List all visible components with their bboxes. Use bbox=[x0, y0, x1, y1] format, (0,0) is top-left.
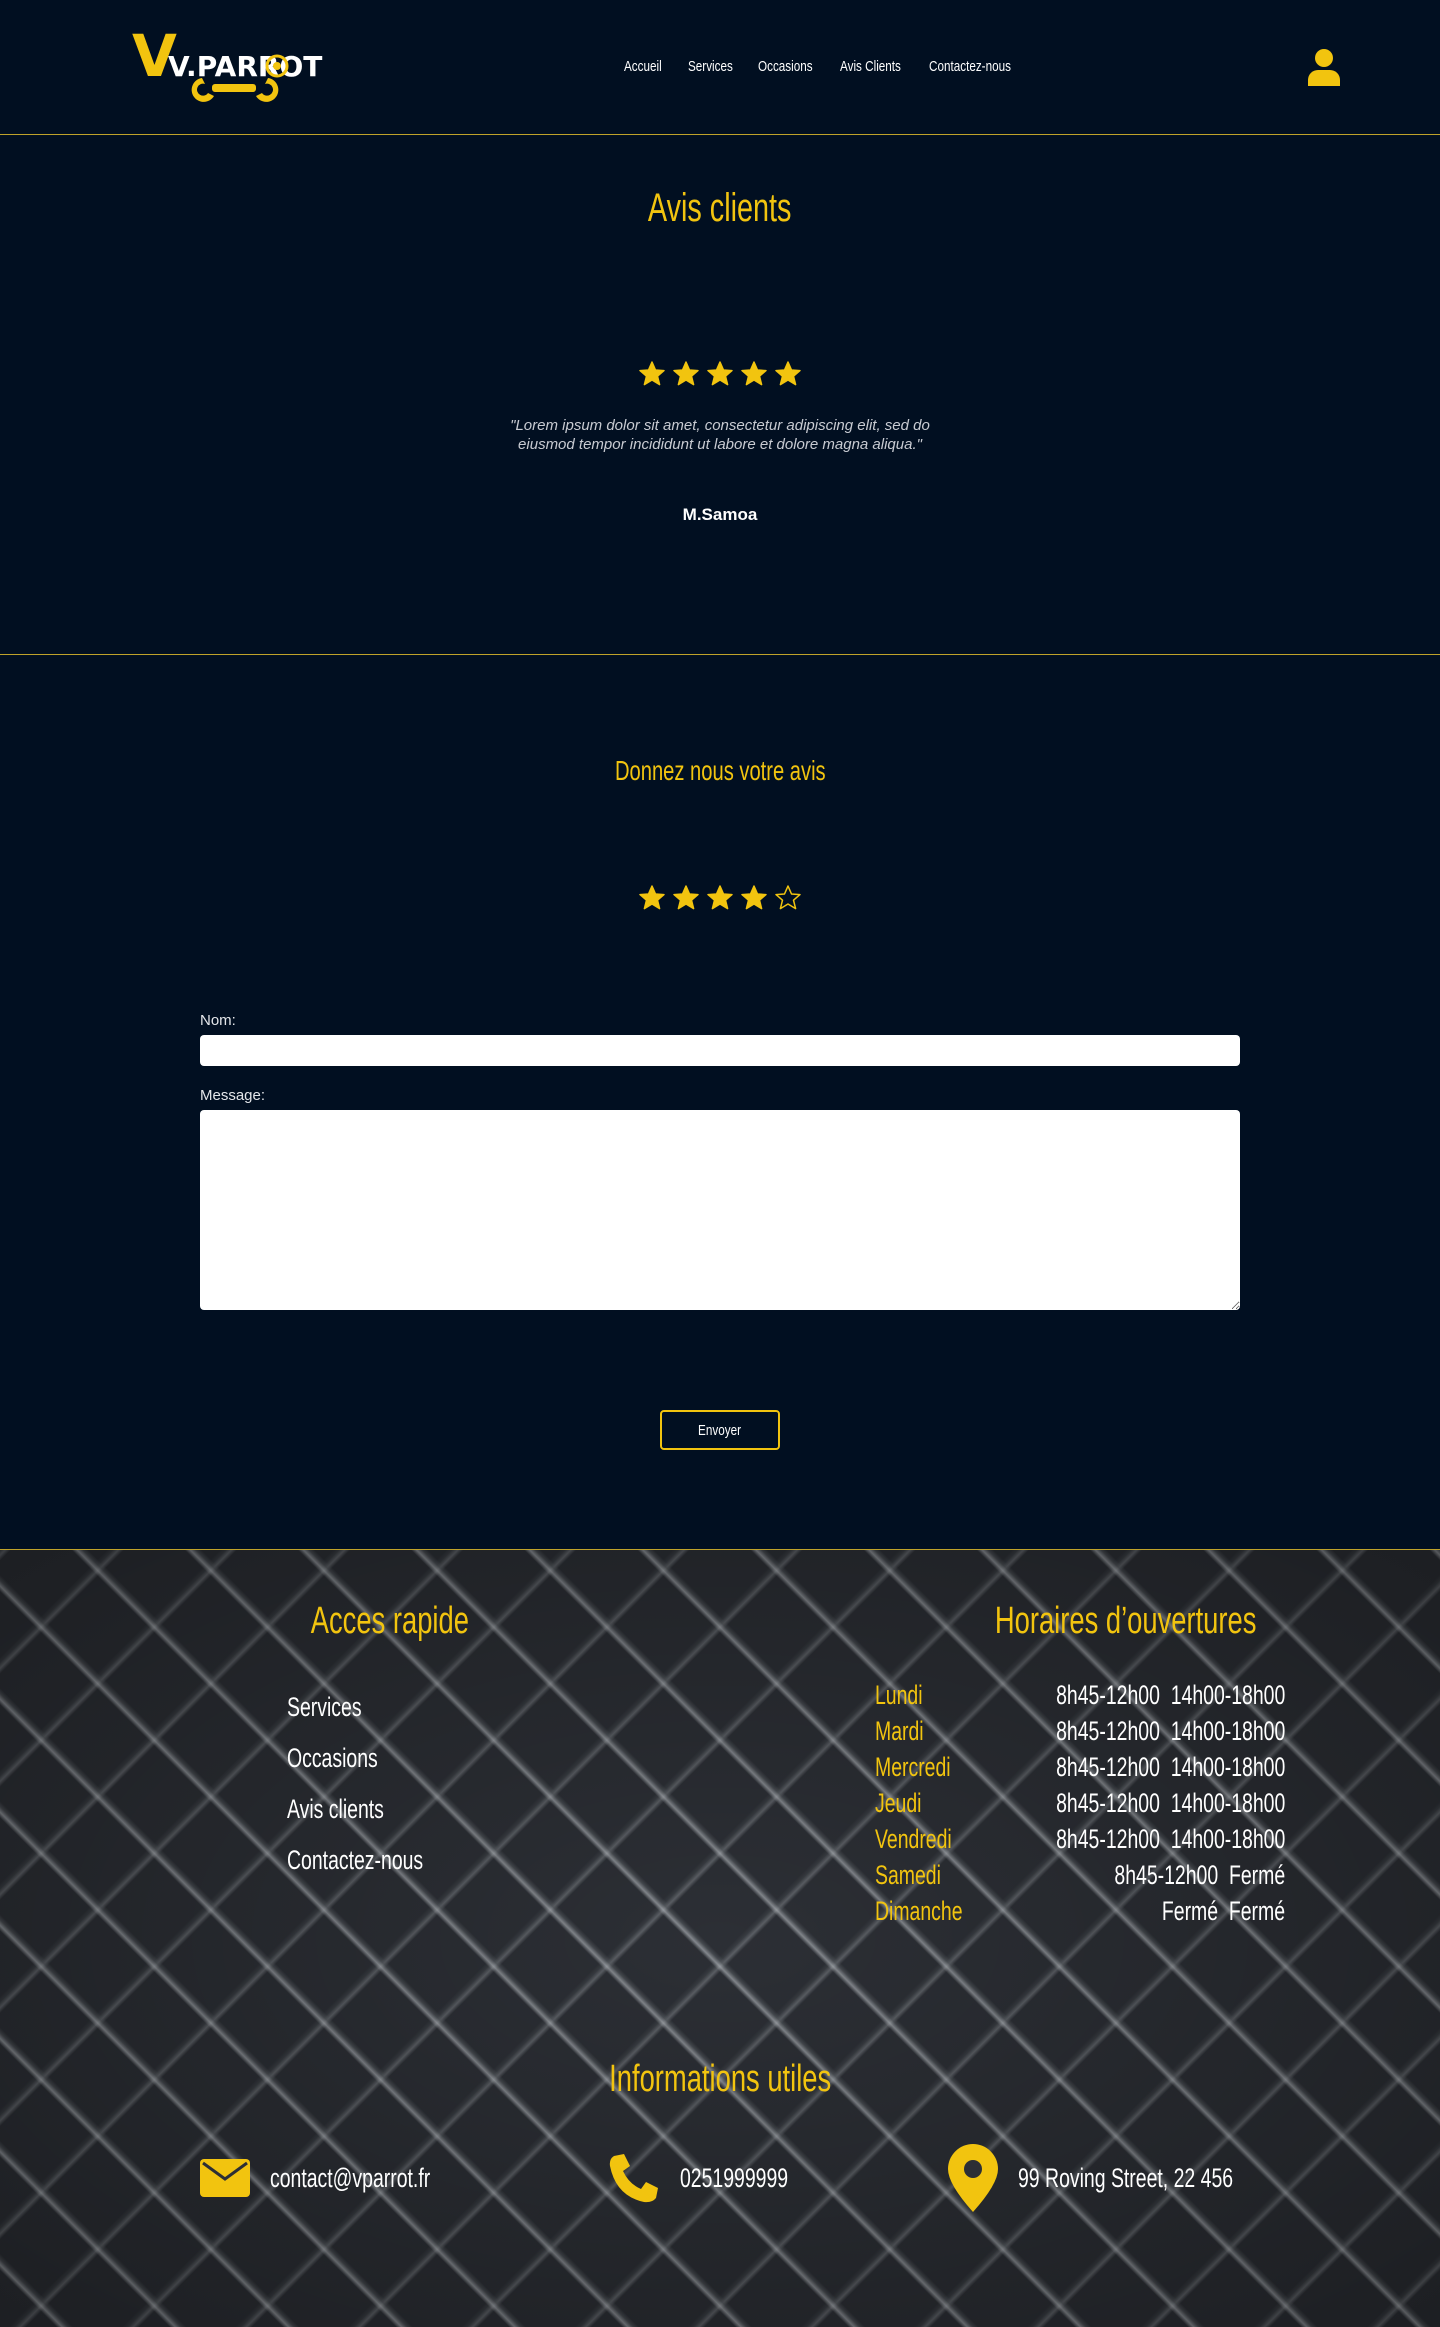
nav-occasions[interactable]: Occasions bbox=[758, 58, 824, 75]
logo[interactable]: V V.PARROT bbox=[132, 26, 332, 110]
hours-row: Vendredi 8h45-12h00 14h00-18h00 bbox=[875, 1824, 1285, 1856]
hours-day: Vendredi bbox=[875, 1824, 952, 1854]
footer-link-avis-clients[interactable]: Avis clients bbox=[287, 1794, 422, 1825]
map-pin-icon bbox=[948, 2144, 998, 2212]
quick-access-title: Acces rapide bbox=[310, 1600, 469, 1642]
nav-avis-clients[interactable]: Avis Clients bbox=[840, 58, 911, 75]
reviews-title: Avis clients bbox=[648, 186, 792, 230]
hours-row: Lundi 8h45-12h00 14h00-18h00 bbox=[875, 1680, 1285, 1712]
hours-times: 8h45-12h00 14h00-18h00 bbox=[1055, 1680, 1285, 1710]
email-info[interactable]: contact@vparrot.fr bbox=[200, 2148, 493, 2208]
address-text: 99 Roving Street, 22 456 bbox=[1018, 2162, 1234, 2193]
star-icon bbox=[775, 361, 801, 386]
star-icon bbox=[673, 361, 699, 386]
hours-day: Jeudi bbox=[875, 1788, 922, 1818]
form-title: Donnez nous votre avis bbox=[614, 755, 826, 786]
hours-row: Mardi 8h45-12h00 14h00-18h00 bbox=[875, 1716, 1285, 1748]
hours-row: Samedi 8h45-12h00 Fermé bbox=[875, 1860, 1285, 1892]
hours-times: 8h45-12h00 14h00-18h00 bbox=[1055, 1824, 1285, 1854]
nav-accueil[interactable]: Accueil bbox=[624, 58, 675, 75]
hours-day: Samedi bbox=[875, 1860, 941, 1890]
nav-contactez-nous[interactable]: Contactez-nous bbox=[929, 58, 1015, 75]
review-author: M.Samoa bbox=[682, 505, 758, 524]
hours-day: Dimanche bbox=[875, 1896, 963, 1926]
hours-row: Dimanche Fermé Fermé bbox=[875, 1896, 1285, 1928]
hours-row: Jeudi 8h45-12h00 14h00-18h00 bbox=[875, 1788, 1285, 1820]
hours-row: Mercredi 8h45-12h00 14h00-18h00 bbox=[875, 1752, 1285, 1784]
user-icon[interactable] bbox=[1306, 48, 1342, 86]
hours-times: 8h45-12h00 Fermé bbox=[1114, 1860, 1285, 1890]
phone-icon bbox=[609, 2154, 658, 2203]
nav-services[interactable]: Services bbox=[688, 58, 744, 75]
hours-times: 8h45-12h00 14h00-18h00 bbox=[1055, 1752, 1285, 1782]
info-title: Informations utiles bbox=[608, 2058, 832, 2100]
hours-times: Fermé Fermé bbox=[1161, 1896, 1285, 1926]
star-icon bbox=[741, 361, 767, 386]
section-divider bbox=[0, 654, 1440, 655]
hours-day: Mercredi bbox=[875, 1752, 951, 1782]
name-label: Nom: bbox=[200, 1012, 236, 1029]
hours-title: Horaires d’ouvertures bbox=[994, 1600, 1257, 1642]
phone-info[interactable]: 0251999999 bbox=[608, 2148, 830, 2208]
message-textarea[interactable] bbox=[200, 1110, 1240, 1310]
star-icon[interactable] bbox=[639, 885, 665, 911]
review-quote: "Lorem ipsum dolor sit amet, consectetur… bbox=[510, 417, 930, 453]
submit-button[interactable]: Envoyer bbox=[660, 1410, 780, 1450]
hours-times: 8h45-12h00 14h00-18h00 bbox=[1055, 1716, 1285, 1746]
message-label: Message: bbox=[200, 1087, 266, 1104]
site-footer: Acces rapide Services Occasions Avis cli… bbox=[0, 1549, 1440, 2327]
phone-text: 0251999999 bbox=[680, 2162, 789, 2193]
name-input[interactable] bbox=[200, 1035, 1240, 1066]
review-rating bbox=[0, 361, 1440, 387]
star-icon bbox=[639, 361, 665, 386]
star-icon bbox=[707, 361, 733, 386]
hours-day: Lundi bbox=[875, 1680, 923, 1710]
star-outline-icon[interactable] bbox=[775, 885, 801, 911]
envelope-icon bbox=[200, 2159, 250, 2197]
footer-link-contactez-nous[interactable]: Contactez-nous bbox=[287, 1845, 476, 1876]
address-info[interactable]: 99 Roving Street, 22 456 bbox=[948, 2144, 1317, 2212]
form-rating-input[interactable] bbox=[0, 885, 1440, 911]
logo-text: V.PARROT bbox=[168, 50, 322, 83]
star-icon[interactable] bbox=[673, 885, 699, 911]
email-text: contact@vparrot.fr bbox=[270, 2162, 431, 2193]
submit-button-label: Envoyer bbox=[698, 1421, 742, 1439]
star-icon[interactable] bbox=[707, 885, 733, 911]
hours-day: Mardi bbox=[875, 1716, 924, 1746]
footer-link-services[interactable]: Services bbox=[287, 1692, 391, 1723]
star-icon[interactable] bbox=[741, 885, 767, 911]
hours-times: 8h45-12h00 14h00-18h00 bbox=[1055, 1788, 1285, 1818]
main-nav: Accueil Services Occasions Avis Clients … bbox=[624, 58, 1037, 75]
site-header: V V.PARROT Accueil Services Occasions Av… bbox=[0, 0, 1440, 135]
footer-link-occasions[interactable]: Occasions bbox=[287, 1743, 413, 1774]
